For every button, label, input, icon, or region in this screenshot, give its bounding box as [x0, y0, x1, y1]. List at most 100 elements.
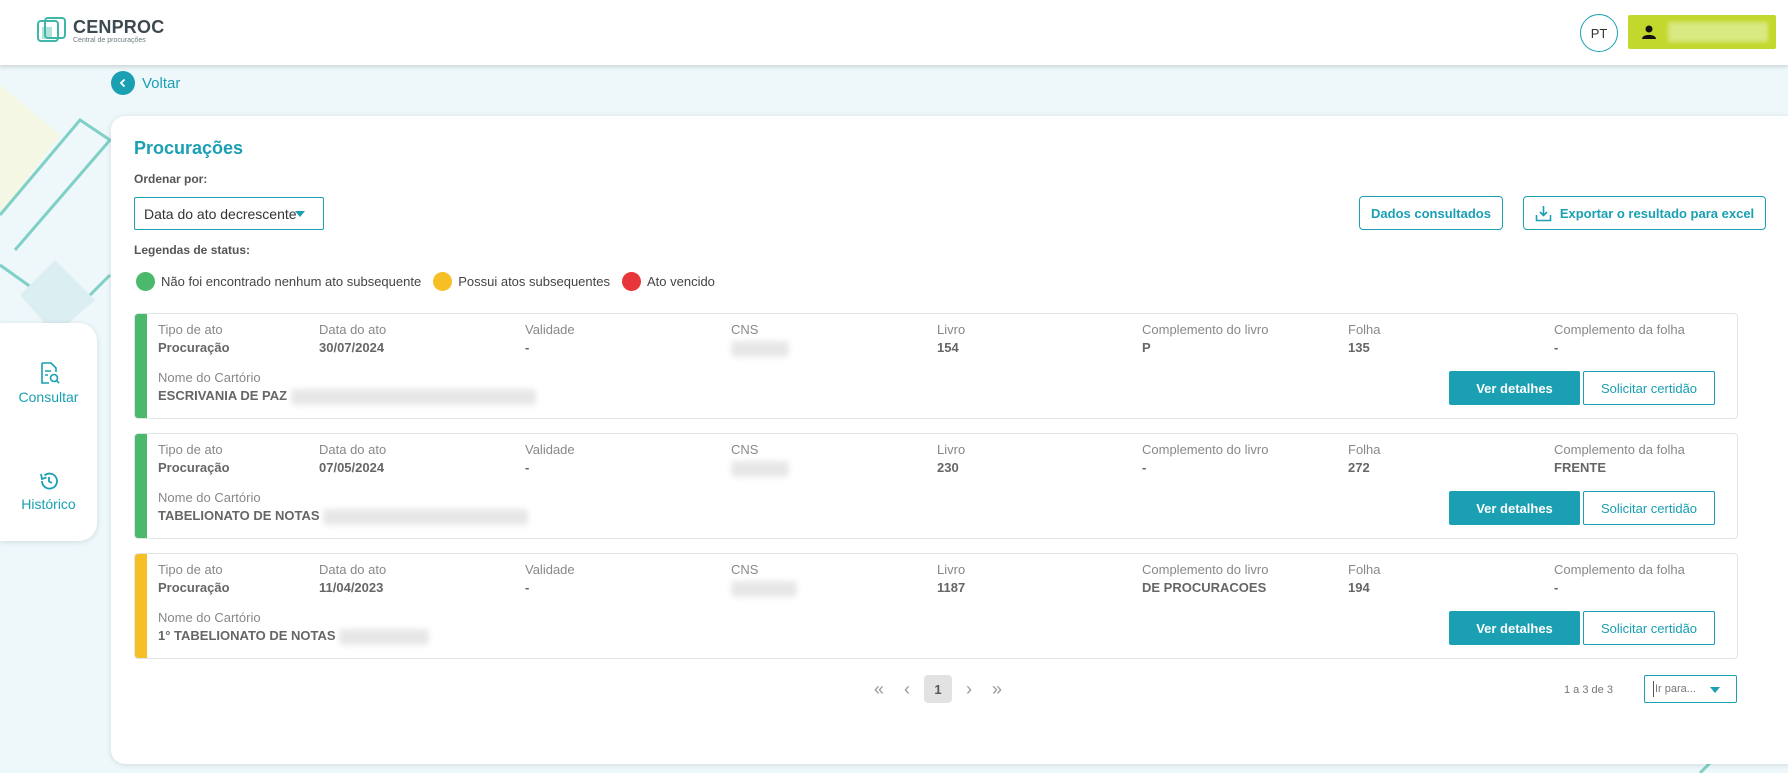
field-label: Validade [525, 442, 575, 457]
field-value: Procuração [158, 460, 230, 475]
logo[interactable]: CENPROC Central de procurações [37, 17, 164, 45]
solicitar-certidao-button[interactable]: Solicitar certidão [1583, 611, 1715, 645]
cns-redacted [731, 460, 789, 477]
cartorio-name-redacted [339, 628, 430, 645]
record-card: Tipo de ato Procuração Data do ato 07/05/2… [134, 433, 1738, 539]
record-card: Tipo de ato Procuração Data do ato 30/07/2… [134, 313, 1738, 419]
field-label: CNS [731, 562, 759, 577]
field-label: Validade [525, 562, 575, 577]
field-value: 154 [937, 340, 959, 355]
ver-detalhes-button[interactable]: Ver detalhes [1449, 371, 1580, 405]
legend-item: Possui atos subsequentes [433, 272, 610, 291]
field-value: 1187 [937, 580, 966, 595]
field-label: Livro [937, 322, 966, 337]
order-label: Ordenar por: [134, 172, 208, 186]
cartorio-name-redacted [290, 388, 536, 405]
field-value: TABELIONATO DE NOTAS [158, 508, 320, 523]
status-legend: Não foi encontrado nenhum ato subsequent… [136, 272, 727, 291]
user-name-redacted [1668, 22, 1768, 42]
legend-item-label: Não foi encontrado nenhum ato subsequent… [161, 274, 422, 289]
field-label: Data do ato [319, 442, 387, 457]
field-label: Folha [1348, 442, 1381, 457]
field-label: Complemento da folha [1554, 562, 1685, 577]
ver-detalhes-button[interactable]: Ver detalhes [1449, 491, 1580, 525]
history-icon [39, 472, 58, 490]
ver-detalhes-button[interactable]: Ver detalhes [1449, 611, 1580, 645]
solicitar-certidao-button[interactable]: Solicitar certidão [1583, 371, 1715, 405]
status-bar [135, 314, 147, 418]
field-label: Complemento do livro [1142, 562, 1269, 577]
field-label: Complemento do livro [1142, 322, 1269, 337]
back-link[interactable]: Voltar [111, 71, 180, 95]
field-label: Folha [1348, 562, 1381, 577]
next-page-icon[interactable]: › [958, 678, 980, 700]
field-label: Complemento da folha [1554, 442, 1685, 457]
cns-redacted [731, 580, 797, 597]
field-value: - [525, 460, 530, 475]
order-select[interactable]: Data do ato decrescente [134, 197, 324, 230]
status-yellow-dot [433, 272, 453, 291]
sidebar-item-historico[interactable]: Histórico [0, 470, 97, 512]
export-excel-button[interactable]: Exportar o resultado para excel [1523, 196, 1766, 230]
dados-consultados-button[interactable]: Dados consultados [1359, 196, 1503, 230]
field-label: Livro [937, 442, 966, 457]
field-value: 1° TABELIONATO DE NOTAS [158, 628, 336, 643]
prev-page-icon[interactable]: ‹ [896, 678, 918, 700]
field-label: Validade [525, 322, 575, 337]
logo-title: CENPROC [73, 16, 165, 37]
status-bar [135, 434, 147, 538]
results-range: 1 a 3 de 3 [1564, 684, 1613, 696]
field-value: Procuração [158, 580, 230, 595]
field-value: DE PROCURACOES [1142, 580, 1267, 595]
field-value: 194 [1348, 580, 1370, 595]
sidebar-item-label: Histórico [21, 496, 76, 512]
caret-down-icon [1710, 687, 1720, 693]
page-title: Procurações [134, 138, 244, 158]
field-label: Data do ato [319, 322, 387, 337]
caret-down-icon [295, 211, 305, 217]
field-value: - [525, 340, 530, 355]
field-value: - [1554, 340, 1559, 355]
field-label: Livro [937, 562, 966, 577]
legend-item-label: Ato vencido [646, 274, 715, 289]
document-search-icon [40, 362, 60, 384]
field-label: Data do ato [319, 562, 387, 577]
goto-page-placeholder: Ir para... [1655, 683, 1696, 695]
field-label: Nome do Cartório [158, 610, 261, 625]
order-select-value: Data do ato decrescente [144, 206, 297, 222]
last-page-icon[interactable]: » [986, 678, 1008, 700]
user-icon [1642, 25, 1656, 39]
current-page[interactable]: 1 [924, 675, 952, 703]
field-label: Nome do Cartório [158, 490, 261, 505]
status-green-dot [136, 272, 155, 291]
pagination: « ‹ 1 › » [868, 675, 1008, 703]
top-bar: CENPROC Central de procurações PT [0, 0, 1788, 65]
cartorio-name-redacted [323, 508, 529, 525]
field-value: 272 [1348, 460, 1370, 475]
field-label: Tipo de ato [158, 322, 223, 337]
first-page-icon[interactable]: « [868, 678, 890, 700]
goto-page-select[interactable]: Ir para... [1644, 675, 1737, 703]
solicitar-certidao-button[interactable]: Solicitar certidão [1583, 491, 1715, 525]
field-value: FRENTE [1554, 460, 1606, 475]
field-label: CNS [731, 322, 759, 337]
field-label: Folha [1348, 322, 1381, 337]
legend-item: Ato vencido [621, 272, 715, 291]
field-value: - [1142, 460, 1147, 475]
record-card: Tipo de ato Procuração Data do ato 11/04/2… [134, 553, 1738, 659]
logo-subtitle: Central de procurações [73, 36, 146, 44]
user-menu-button[interactable] [1628, 15, 1776, 49]
field-label: Complemento do livro [1142, 442, 1269, 457]
field-label: Tipo de ato [158, 442, 223, 457]
field-value: 135 [1348, 340, 1370, 355]
field-value: P [1142, 340, 1151, 355]
field-value: 07/05/2024 [319, 460, 385, 475]
chevron-left-icon [111, 71, 135, 95]
field-value: ESCRIVANIA DE PAZ [158, 388, 288, 403]
logo-icon [37, 17, 66, 42]
cns-redacted [731, 340, 789, 357]
sidebar-item-consultar[interactable]: Consultar [0, 361, 97, 405]
language-button[interactable]: PT [1580, 14, 1618, 52]
field-label: Complemento da folha [1554, 322, 1685, 337]
field-label: CNS [731, 442, 759, 457]
